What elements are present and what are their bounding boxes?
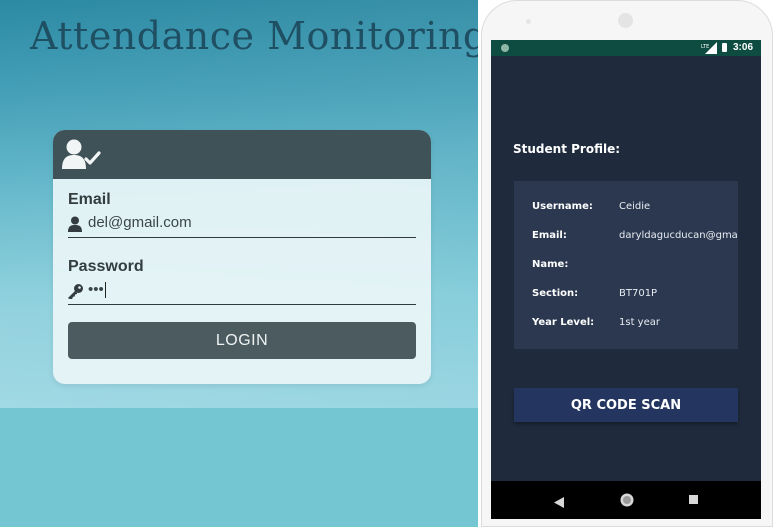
profile-value: Ceidie [619,201,651,212]
profile-row-username: Username: Ceidie [532,201,742,217]
status-time: 3:06 [733,42,754,53]
login-card-header [53,130,431,179]
text-caret [104,282,106,299]
qr-code-scan-button[interactable]: QR CODE SCAN [514,388,738,422]
home-icon[interactable] [620,493,634,512]
password-value-wrap: ••• [88,281,106,299]
profile-card: Username: Ceidie Email: daryldagucducan@… [514,181,738,349]
phone-camera [618,13,633,28]
phone-screen: LTE 3:06 Student Profile: Username: Ceid… [491,40,761,519]
password-label: Password [68,258,144,275]
profile-heading: Student Profile: [513,142,621,156]
password-field-group: Password ••• [68,258,416,305]
lower-background [0,408,478,527]
battery-icon [722,43,727,52]
profile-key: Email: [532,230,567,241]
profile-key: Name: [532,259,569,270]
profile-value: BT701P [619,288,658,299]
user-icon [68,216,82,237]
svg-text:LTE: LTE [701,44,709,50]
password-field[interactable]: ••• [68,280,416,305]
web-login-page: Attendance Monitoring Email del@gmail.co… [0,0,478,527]
notification-dot-icon [501,44,509,52]
key-icon [68,283,84,304]
recents-icon[interactable] [689,495,698,504]
password-value: ••• [88,281,104,298]
profile-key: Username: [532,201,593,212]
email-field[interactable]: del@gmail.com [68,213,416,238]
login-card: Email del@gmail.com Password ••• LOGIN [53,130,431,384]
profile-row-section: Section: BT701P [532,288,742,304]
page-title: Attendance Monitoring [30,14,478,58]
profile-row-year-level: Year Level: 1st year [532,317,742,333]
profile-key: Year Level: [532,317,595,328]
profile-row-email: Email: daryldagucducan@gma [532,230,742,246]
email-label: Email [68,191,111,208]
user-check-icon [62,138,102,175]
email-value: del@gmail.com [88,214,192,231]
status-bar: LTE 3:06 [491,40,761,56]
back-icon[interactable] [554,495,564,513]
phone-sensor [526,19,531,24]
profile-value: daryldagucducan@gma [619,230,738,241]
profile-key: Section: [532,288,579,299]
login-button[interactable]: LOGIN [68,322,416,359]
android-nav-bar [491,481,761,519]
signal-icon: LTE [701,42,717,57]
profile-row-name: Name: [532,259,742,275]
profile-value: 1st year [619,317,660,328]
email-field-group: Email del@gmail.com [68,191,416,238]
